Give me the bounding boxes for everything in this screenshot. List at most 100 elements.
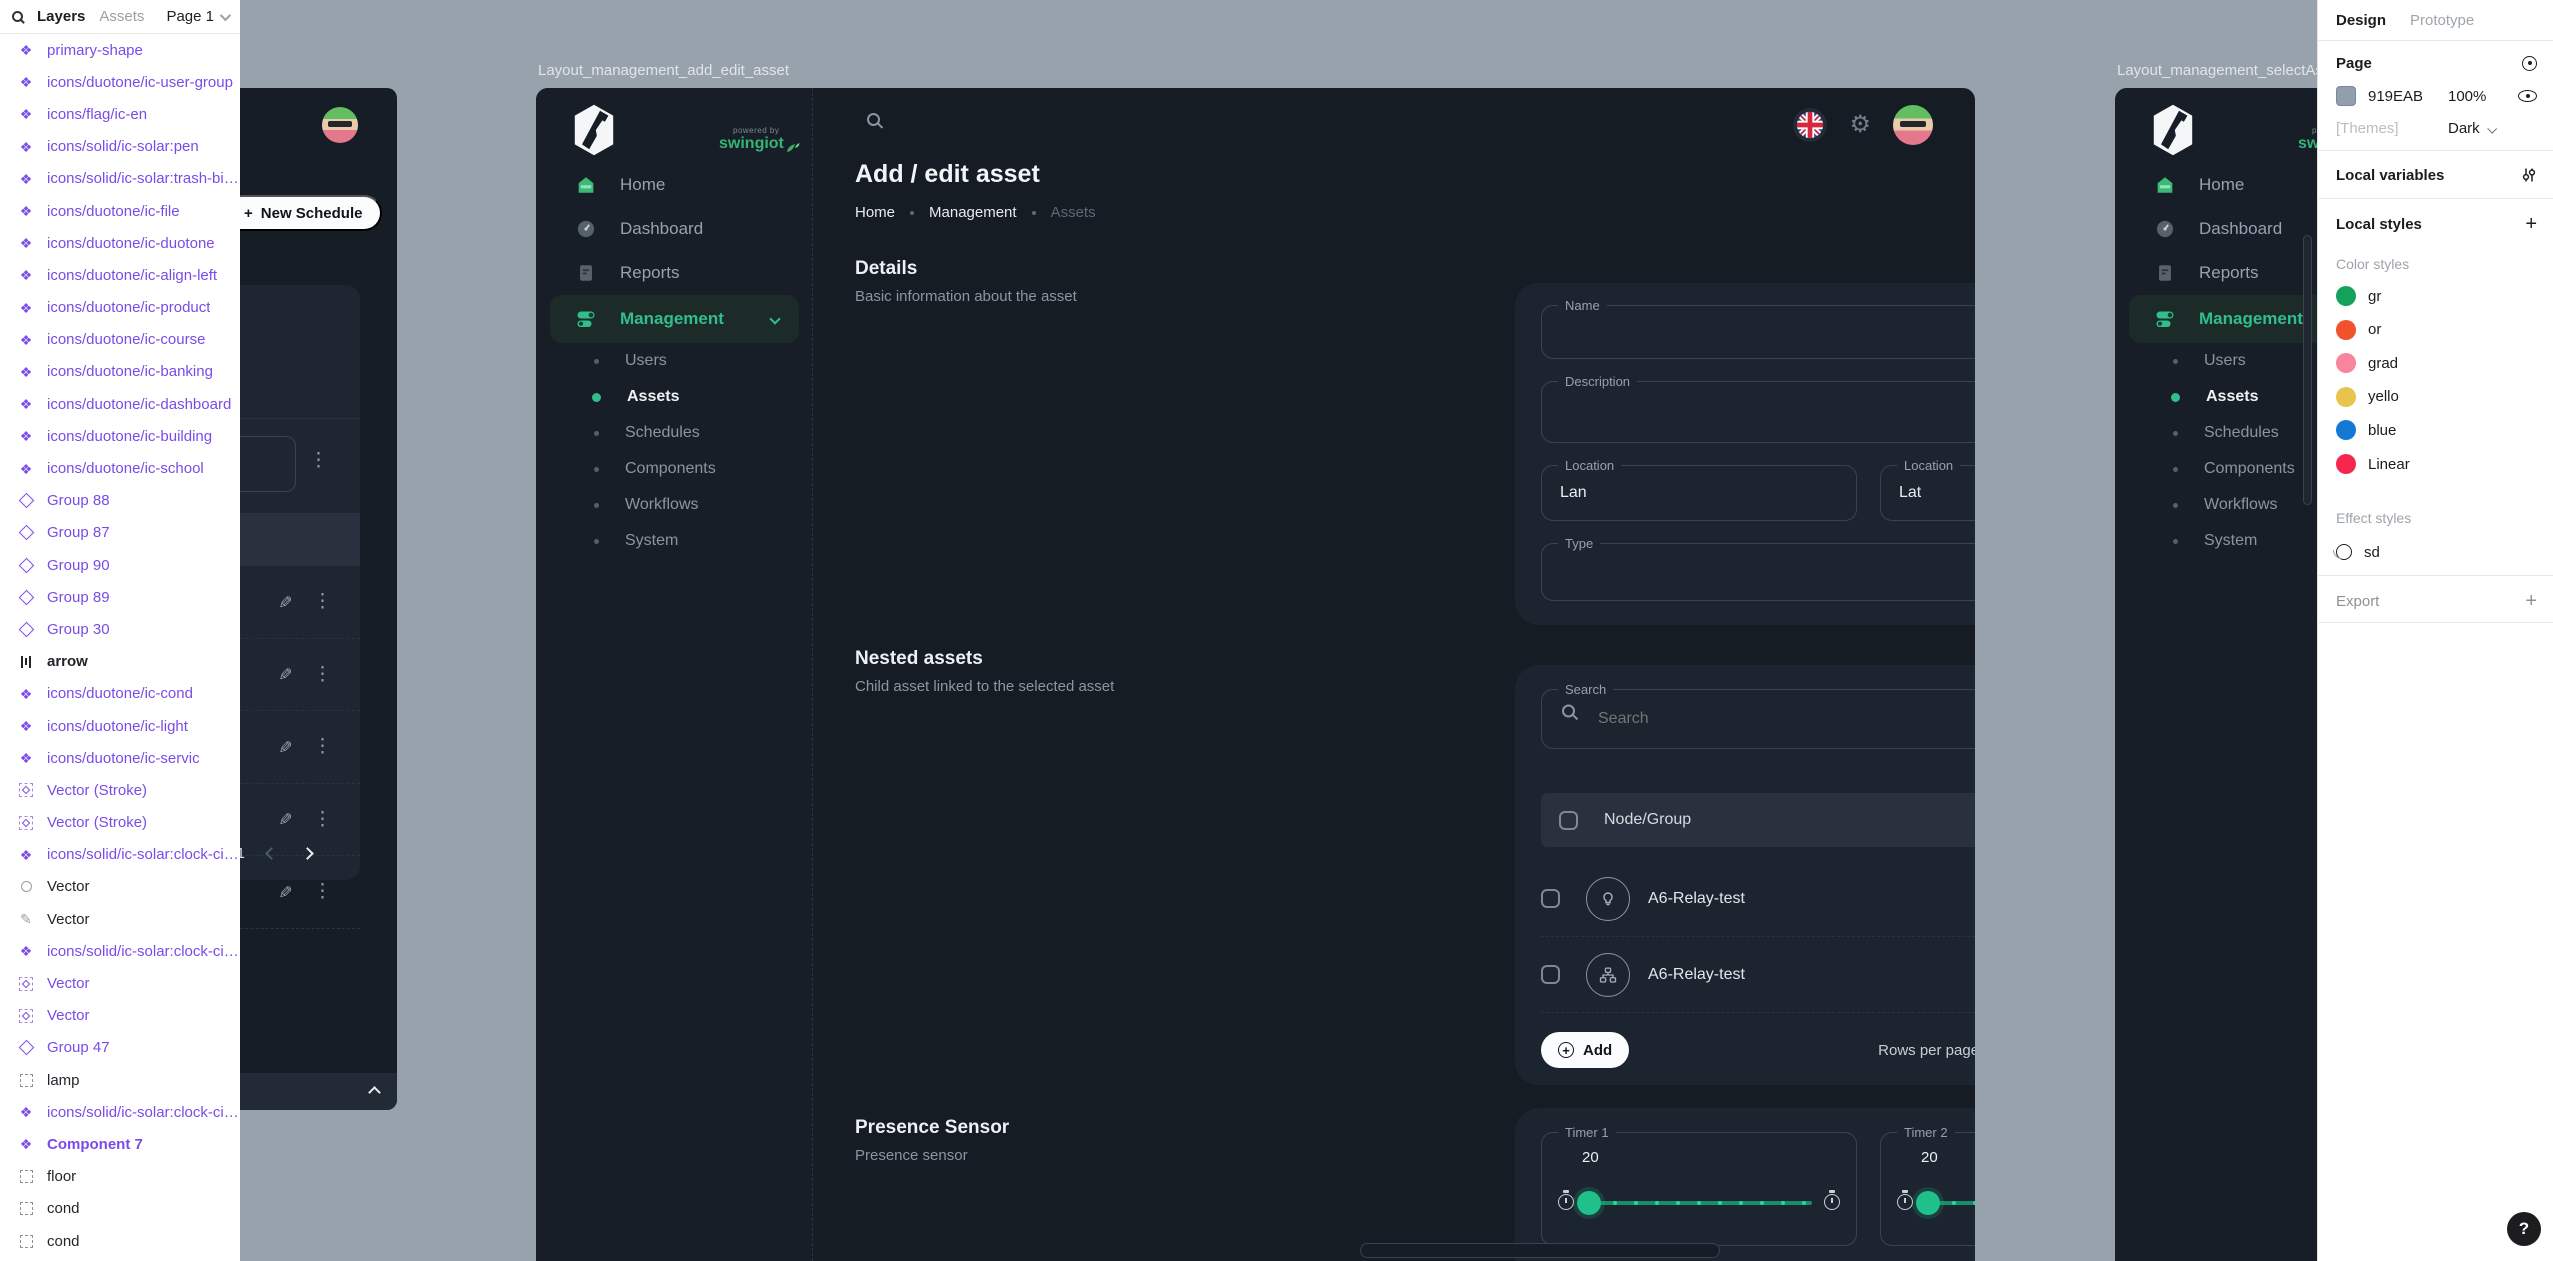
visibility-eye-icon[interactable]	[2518, 90, 2537, 102]
layer-item[interactable]: Vector (Stroke)	[0, 807, 240, 839]
select-all-checkbox[interactable]	[1559, 811, 1578, 830]
location-lan-field[interactable]: Location	[1541, 465, 1857, 521]
row-checkbox[interactable]	[1541, 965, 1560, 984]
layer-item[interactable]: Group 47	[0, 1032, 240, 1064]
layer-item[interactable]: ❖icons/duotone/ic-banking	[0, 356, 240, 388]
name-input[interactable]	[1542, 306, 1975, 358]
brand-logo-icon[interactable]	[570, 101, 618, 164]
layer-item[interactable]: ❖icons/solid/ic-solar:clock-circle-...	[0, 1096, 240, 1128]
search-icon[interactable]	[12, 11, 23, 22]
color-style-blue[interactable]: blue	[2336, 418, 2537, 442]
layer-item[interactable]: ❖icons/solid/ic-solar:clock-circle-...	[0, 935, 240, 967]
layer-item[interactable]: Vector	[0, 967, 240, 999]
sidebar-item-workflows[interactable]: Workflows	[536, 487, 813, 523]
sidebar-item-users[interactable]: Users	[536, 343, 813, 379]
layer-item[interactable]: Group 89	[0, 581, 240, 613]
frame-title-select-asset[interactable]: Layout_management_selectAsset	[2117, 62, 2343, 79]
theme-select[interactable]: Dark	[2448, 120, 2495, 137]
brand-logo-icon[interactable]	[2149, 101, 2197, 164]
edit-pencil-icon[interactable]: ✎	[274, 740, 294, 754]
variables-sliders-icon[interactable]	[2521, 167, 2537, 183]
sidebar-item-assets[interactable]: Assets	[536, 379, 813, 415]
layer-item[interactable]: ❖icons/duotone/ic-school	[0, 452, 240, 484]
kebab-menu-icon[interactable]: ⋮	[309, 451, 328, 470]
layer-item[interactable]: Group 90	[0, 549, 240, 581]
sidebar-item-schedules[interactable]: Schedules	[536, 415, 813, 451]
edit-pencil-icon[interactable]: ✎	[274, 885, 294, 899]
breadcrumb-item[interactable]: Management	[929, 204, 1017, 221]
layer-item[interactable]: ❖icons/duotone/ic-building	[0, 420, 240, 452]
sidebar-item-components[interactable]: Components	[536, 451, 813, 487]
row-checkbox[interactable]	[1541, 889, 1560, 908]
new-schedule-button[interactable]: + New Schedule	[240, 195, 382, 231]
kebab-menu-icon[interactable]: ⋮	[313, 737, 332, 756]
frame-title-add-edit-asset[interactable]: Layout_management_add_edit_asset	[538, 62, 789, 79]
location-lat-field[interactable]: Location	[1880, 465, 1975, 521]
sidebar-item-reports[interactable]: Reports	[536, 251, 813, 295]
layer-item[interactable]: ❖icons/duotone/ic-align-left	[0, 259, 240, 291]
search-icon[interactable]	[867, 113, 880, 126]
color-style-or[interactable]: or	[2336, 318, 2537, 342]
page-color-opacity[interactable]: 100%	[2448, 88, 2486, 105]
horizontal-scrollbar[interactable]	[1360, 1243, 1720, 1258]
edit-pencil-icon[interactable]: ✎	[274, 667, 294, 681]
color-style-grad[interactable]: grad	[2336, 351, 2537, 375]
layer-item[interactable]: ❖icons/duotone/ic-duotone	[0, 227, 240, 259]
sidebar-item-dashboard[interactable]: Dashboard	[2115, 207, 2317, 251]
next-page-icon[interactable]	[301, 847, 314, 860]
layer-item[interactable]: lamp	[0, 1064, 240, 1096]
sidebar-item-dashboard[interactable]: Dashboard	[536, 207, 813, 251]
add-button[interactable]: + Add	[1541, 1032, 1629, 1068]
name-field[interactable]: Name	[1541, 305, 1975, 359]
layer-item[interactable]: cond	[0, 1193, 240, 1225]
location-lat-input[interactable]	[1881, 466, 1975, 520]
layer-item[interactable]: Vector	[0, 1000, 240, 1032]
page-color-hex[interactable]: 919EAB	[2368, 88, 2423, 105]
sidebar-item-home[interactable]: Home	[536, 163, 813, 207]
layer-item[interactable]: arrow	[0, 646, 240, 678]
layer-item[interactable]: ❖icons/duotone/ic-file	[0, 195, 240, 227]
add-export-icon[interactable]: +	[2525, 591, 2537, 611]
layer-item[interactable]: ✎Vector	[0, 903, 240, 935]
slider-thumb[interactable]	[1577, 1191, 1601, 1215]
sidebar-item-users[interactable]: Users	[2115, 343, 2317, 379]
slider-thumb[interactable]	[1916, 1191, 1940, 1215]
page-color-row[interactable]: 919EAB 100%	[2336, 85, 2537, 107]
frame-schedule-layout[interactable]: + New Schedule ⋮ ✎⋮✎⋮✎⋮✎⋮✎⋮ 6-10 of 11	[240, 88, 397, 1110]
layer-item[interactable]: ❖icons/duotone/ic-cond	[0, 678, 240, 710]
layer-item[interactable]: ❖icons/flag/ic-en	[0, 98, 240, 130]
kebab-menu-icon[interactable]: ⋮	[313, 882, 332, 901]
layer-item[interactable]: ❖icons/duotone/ic-light	[0, 710, 240, 742]
kebab-menu-icon[interactable]: ⋮	[313, 592, 332, 611]
timer-slider[interactable]	[1893, 1189, 1975, 1217]
layer-item[interactable]: ❖Component 7	[0, 1128, 240, 1160]
page-color-swatch[interactable]	[2336, 86, 2356, 106]
sidebar-item-schedules[interactable]: Schedules	[2115, 415, 2317, 451]
frame-select-asset[interactable]: powered by swingiot HomeDashboardReports…	[2115, 88, 2317, 1261]
settings-gear-icon[interactable]: ⚙	[1849, 113, 1871, 137]
avatar[interactable]	[322, 107, 358, 143]
location-lan-input[interactable]	[1542, 466, 1856, 520]
color-style-gr[interactable]: gr	[2336, 284, 2537, 308]
sidebar-item-system[interactable]: System	[2115, 523, 2317, 559]
layer-item[interactable]: ❖icons/duotone/ic-user-group	[0, 66, 240, 98]
add-style-icon[interactable]: +	[2525, 214, 2537, 234]
layer-item[interactable]: ❖primary-shape	[0, 34, 240, 66]
layer-item[interactable]: ❖icons/duotone/ic-dashboard	[0, 388, 240, 420]
layer-item[interactable]: ❖icons/solid/ic-solar:pen	[0, 131, 240, 163]
layer-item[interactable]: Vector	[0, 871, 240, 903]
edit-pencil-icon[interactable]: ✎	[274, 812, 294, 826]
tab-design[interactable]: Design	[2336, 12, 2386, 29]
kebab-menu-icon[interactable]: ⋮	[313, 665, 332, 684]
tab-layers[interactable]: Layers	[37, 8, 85, 25]
user-avatar[interactable]	[1893, 105, 1933, 145]
layer-item[interactable]: ❖icons/duotone/ic-servic	[0, 742, 240, 774]
tab-assets[interactable]: Assets	[99, 8, 144, 25]
layer-item[interactable]: ❖icons/solid/ic-solar:trash-bin-tra...	[0, 163, 240, 195]
help-button[interactable]: ?	[2507, 1212, 2541, 1246]
timer-slider[interactable]	[1554, 1189, 1844, 1217]
language-flag-button[interactable]	[1793, 108, 1827, 142]
layer-item[interactable]: ❖icons/solid/ic-solar:clock-circle-...	[0, 839, 240, 871]
tab-prototype[interactable]: Prototype	[2410, 12, 2474, 29]
table-row[interactable]: A6-Relay-test	[1541, 861, 1975, 937]
